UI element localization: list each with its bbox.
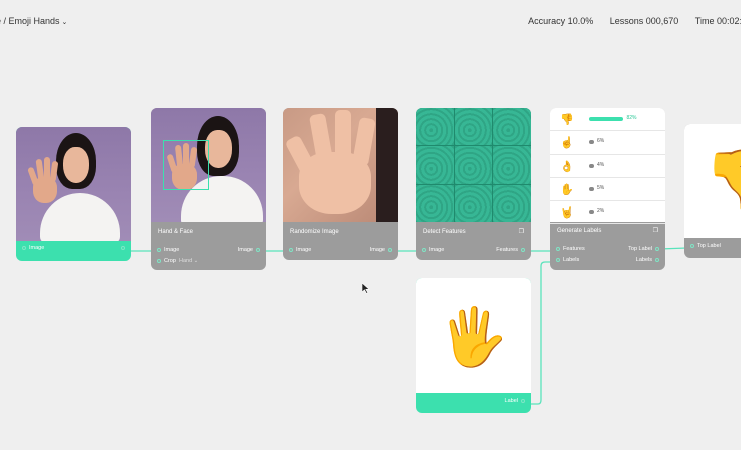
probability-label: 6%: [597, 138, 605, 145]
label-row: 👌 4%: [550, 155, 665, 178]
port-image-out-label[interactable]: Image: [22, 245, 44, 251]
pointing-up-icon: ☝: [560, 137, 574, 150]
label-row: ☝ 6%: [550, 131, 665, 155]
port-dot-icon[interactable]: [655, 257, 659, 262]
crop-setting[interactable]: Crop Hand ⌄: [157, 258, 198, 264]
output-node[interactable]: 👎 Top Label: [684, 124, 741, 258]
probability-bar: [589, 117, 624, 121]
mouse-cursor-icon: [362, 283, 370, 294]
port-dot-icon[interactable]: [22, 245, 26, 250]
output-preview: 👎: [684, 124, 741, 238]
hand-face-photo: [151, 108, 266, 222]
probability-label: 5%: [597, 184, 605, 191]
node-menu-icon[interactable]: ❐: [653, 227, 658, 234]
node-title: Generate Labels: [557, 228, 602, 234]
port-image-in[interactable]: Image: [157, 247, 179, 253]
port-dot-icon[interactable]: [690, 243, 694, 248]
port-image-in[interactable]: Image: [422, 247, 444, 253]
port-dot-icon[interactable]: [157, 247, 161, 252]
thumbs-down-icon: 👎: [560, 114, 574, 126]
raised-hand-icon: 🖐: [438, 305, 509, 368]
probability-bar: [589, 210, 594, 215]
label-row: 🤘 2%: [550, 201, 665, 225]
probability-bar: [589, 186, 594, 191]
label-row: ✋ 5%: [550, 178, 665, 202]
label-emoji-preview: 🖐: [416, 278, 531, 393]
port-dot-icon[interactable]: [388, 247, 392, 252]
probability-bar: [589, 163, 594, 168]
probability-bar: [589, 140, 594, 145]
label-row: 👎 82%: [550, 108, 665, 132]
wire-label-to-generate: [527, 261, 554, 405]
port-image-in[interactable]: Image: [289, 247, 311, 253]
port-top-label-out[interactable]: Top Label: [628, 246, 659, 252]
label-probability-list: 👎 82% ☝ 6% 👌 4% ✋ 5% 🤘 2%: [550, 108, 665, 225]
probability-label: 2%: [597, 208, 605, 215]
generate-labels-node[interactable]: 👎 82% ☝ 6% 👌 4% ✋ 5% 🤘 2% Generate Labels ❐ Featu…: [550, 108, 665, 270]
crop-value[interactable]: Hand: [179, 258, 192, 264]
port-dot-icon[interactable]: [521, 247, 525, 252]
port-dot-icon[interactable]: [256, 247, 260, 252]
port-dot-icon[interactable]: [289, 247, 293, 252]
ok-hand-icon: 👌: [560, 160, 574, 173]
probability-label: 82%: [626, 115, 637, 121]
port-dot-icon[interactable]: [521, 398, 525, 403]
port-dot-icon[interactable]: [556, 257, 560, 262]
rock-hand-icon: 🤘: [560, 207, 574, 220]
chevron-down-icon[interactable]: ⌄: [194, 258, 199, 264]
node-title: Hand & Face: [158, 229, 194, 235]
raised-hand-icon: ✋: [560, 183, 574, 196]
hand-face-node[interactable]: Hand & Face Image Image Crop Hand ⌄: [151, 108, 266, 270]
label-source-node[interactable]: 🖐 Label: [416, 278, 531, 413]
port-image-out[interactable]: [118, 245, 125, 251]
port-dot-icon[interactable]: [556, 246, 560, 251]
image-input-node[interactable]: Image: [16, 127, 131, 261]
port-features-in[interactable]: Features: [556, 246, 585, 252]
port-image-out[interactable]: Image: [370, 247, 392, 253]
port-dot-icon[interactable]: [655, 246, 659, 251]
port-label-out[interactable]: Label: [505, 398, 525, 404]
node-title: Detect Features: [423, 229, 466, 235]
randomized-hand-photo: [283, 108, 398, 222]
port-dot-icon[interactable]: [422, 247, 426, 252]
feature-maps-grid: [416, 108, 531, 222]
detect-features-node[interactable]: Detect Features ❐ Image Features: [416, 108, 531, 260]
randomize-image-node[interactable]: Randomize Image Image Image: [283, 108, 398, 260]
thumbs-down-icon: 👎: [704, 144, 741, 215]
port-dot-icon[interactable]: [121, 245, 125, 250]
node-menu-icon[interactable]: ❐: [519, 228, 524, 235]
port-labels-out[interactable]: Labels: [636, 257, 659, 263]
port-image-out[interactable]: Image: [238, 247, 260, 253]
port-top-label-in[interactable]: Top Label: [690, 243, 721, 249]
input-photo: [16, 127, 131, 241]
node-title: Randomize Image: [290, 229, 339, 235]
hand-detection-box: [163, 140, 209, 190]
port-labels-in[interactable]: Labels: [556, 257, 579, 263]
port-dot-icon[interactable]: [157, 258, 161, 263]
probability-label: 4%: [597, 161, 605, 168]
port-features-out[interactable]: Features: [496, 247, 525, 253]
